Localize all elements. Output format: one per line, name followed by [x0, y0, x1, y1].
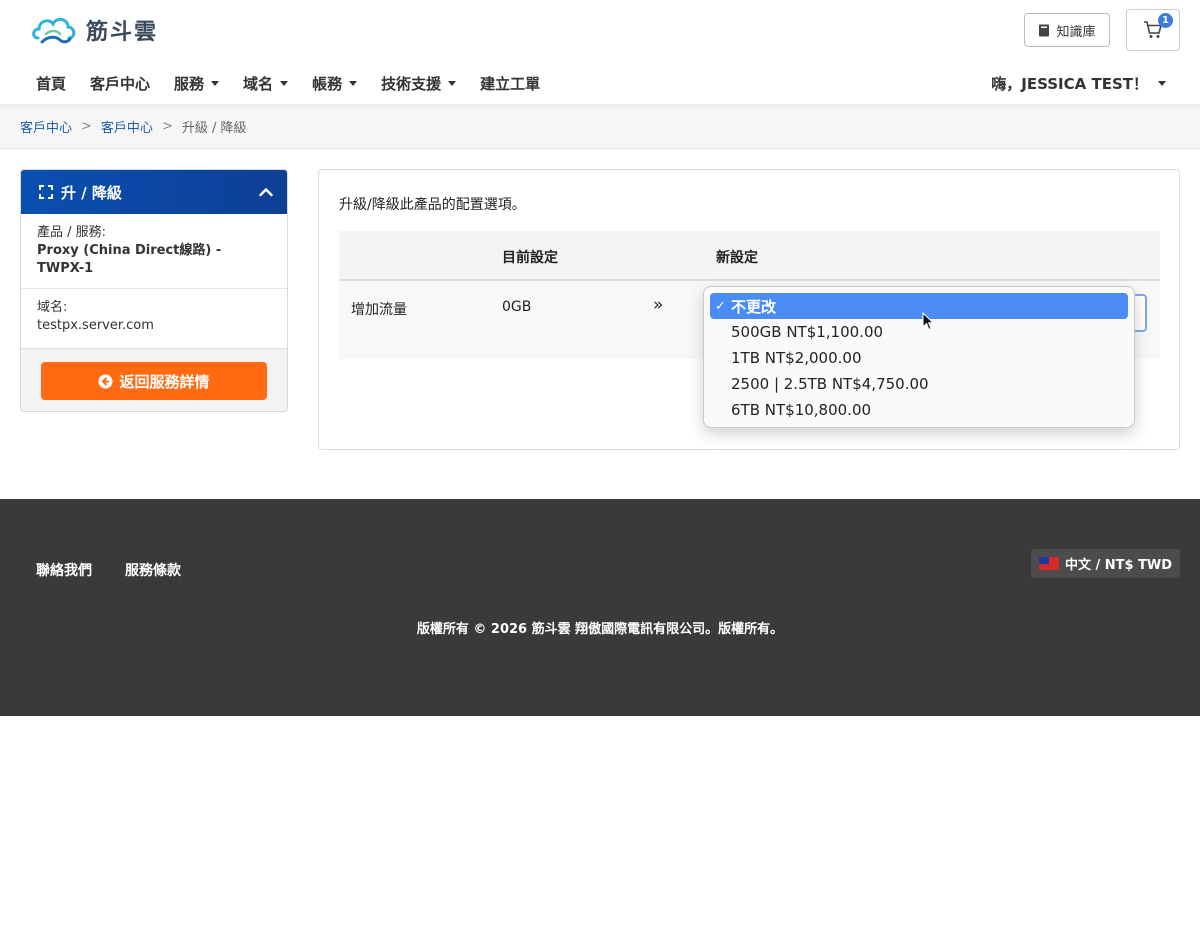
caret-down-icon — [280, 80, 289, 86]
nav-home-label: 首頁 — [36, 74, 67, 93]
column-current: 目前設定 — [502, 250, 558, 266]
options-table-header: 目前設定 新設定 — [339, 231, 1160, 281]
option-label: 2500 | 2.5TB NT$4,750.00 — [731, 375, 929, 393]
book-icon — [1039, 24, 1050, 36]
breadcrumb-separator: > — [161, 118, 173, 134]
nav-open-ticket-label: 建立工單 — [480, 74, 541, 93]
option-6tb[interactable]: 6TB NT$10,800.00 — [704, 397, 1134, 423]
sidebar-product-section: 產品 / 服務: Proxy (China Direct線路) - TWPX-1 — [21, 214, 287, 289]
cloud-logo-icon — [32, 18, 76, 44]
footer-link-terms[interactable]: 服務條款 — [125, 560, 181, 580]
chevron-up-icon[interactable] — [259, 187, 273, 197]
option-label: 1TB NT$2,000.00 — [731, 349, 862, 367]
new-setting-dropdown: ✓ 不更改 500GB NT$1,100.00 1TB NT$2,000.00 … — [703, 286, 1135, 428]
knowledgebase-button[interactable]: 知識庫 — [1024, 13, 1110, 47]
nav-services[interactable]: 服務 — [162, 70, 231, 96]
option-1tb[interactable]: 1TB NT$2,000.00 — [704, 345, 1134, 371]
breadcrumb-link-client-area-2[interactable]: 客戶中心 — [101, 117, 153, 136]
knowledgebase-label: 知識庫 — [1056, 24, 1096, 40]
nav-domains[interactable]: 域名 — [231, 70, 300, 96]
current-value: 0GB — [502, 299, 532, 315]
arrow-circle-left-icon — [98, 374, 113, 388]
taiwan-flag-icon — [1038, 557, 1059, 570]
nav-support[interactable]: 技術支援 — [369, 70, 468, 96]
user-menu[interactable]: 嗨，JESSICA TEST！ — [991, 70, 1166, 96]
back-to-service-button[interactable]: 返回服務詳情 — [41, 362, 267, 400]
checkmark-icon: ✓ — [715, 298, 726, 314]
caret-down-icon — [1158, 80, 1166, 86]
language-currency-label: 中文 / NT$ TWD — [1064, 558, 1173, 573]
column-new: 新設定 — [716, 250, 758, 266]
breadcrumb-link-client-area[interactable]: 客戶中心 — [20, 117, 72, 136]
caret-down-icon — [349, 80, 358, 86]
nav-open-ticket[interactable]: 建立工單 — [468, 70, 552, 96]
option-500gb[interactable]: 500GB NT$1,100.00 — [704, 319, 1134, 345]
brand-logo[interactable]: 筋斗雲 — [30, 12, 158, 48]
sidebar-footer: 返回服務詳情 — [21, 348, 287, 411]
option-label: 不更改 — [731, 297, 777, 316]
mouse-cursor-icon — [922, 312, 934, 331]
sidebar-header[interactable]: 升 / 降級 — [21, 170, 287, 214]
breadcrumb-separator: > — [81, 118, 92, 134]
nav-billing-label: 帳務 — [312, 74, 343, 93]
option-label: 500GB NT$1,100.00 — [731, 323, 884, 341]
expand-icon — [39, 185, 53, 199]
nav-services-label: 服務 — [174, 74, 205, 93]
main-nav: 首頁 客戶中心 服務 域名 帳務 技術支援 建立工單 — [24, 70, 552, 96]
nav-client-area-label: 客戶中心 — [90, 74, 151, 93]
cart-button[interactable]: 1 — [1126, 9, 1180, 51]
copyright-text: 版權所有 © 2026 筋斗雲 翔傲國際電訊有限公司。版權所有。 — [416, 622, 784, 637]
domain-value: testpx.server.com — [37, 318, 154, 333]
sidebar-title: 升 / 降級 — [61, 183, 122, 202]
option-2-5tb[interactable]: 2500 | 2.5TB NT$4,750.00 — [704, 371, 1134, 397]
language-currency-button[interactable]: 中文 / NT$ TWD — [1031, 549, 1180, 578]
intro-text: 升級/降級此產品的配置選項。 — [339, 197, 526, 213]
site-footer: 聯絡我們 服務條款 中文 / NT$ TWD 版權所有 © 2026 筋斗雲 翔… — [0, 499, 1200, 716]
nav-home[interactable]: 首頁 — [24, 70, 78, 96]
sidebar-panel: 升 / 降級 產品 / 服務: Proxy (China Direct線路) -… — [20, 169, 288, 412]
option-no-change[interactable]: ✓ 不更改 — [710, 293, 1128, 319]
caret-down-icon — [448, 80, 457, 86]
breadcrumb-current: 升級 / 降級 — [181, 120, 247, 136]
option-label: 6TB NT$10,800.00 — [731, 401, 872, 419]
caret-down-icon — [211, 80, 220, 86]
domain-label: 域名: — [37, 300, 68, 315]
nav-client-area[interactable]: 客戶中心 — [78, 70, 162, 96]
footer-link-contact[interactable]: 聯絡我們 — [36, 560, 92, 580]
back-to-service-label: 返回服務詳情 — [119, 372, 210, 391]
product-label: 產品 / 服務: — [37, 225, 107, 240]
nav-domains-label: 域名 — [243, 74, 274, 93]
brand-name: 筋斗雲 — [86, 20, 159, 45]
user-greeting: 嗨，JESSICA TEST！ — [991, 74, 1148, 93]
nav-billing[interactable]: 帳務 — [300, 70, 369, 96]
top-header: 筋斗雲 知識庫 1 首頁 客戶中心 服務 域名 帳務 技術支援 建立工單 嗨，J… — [0, 0, 1200, 104]
config-option-name: 增加流量 — [351, 302, 407, 318]
nav-support-label: 技術支援 — [381, 74, 442, 93]
product-value: Proxy (China Direct線路) - TWPX-1 — [37, 243, 222, 276]
cart-count-badge: 1 — [1158, 13, 1173, 28]
breadcrumb: 客戶中心 > 客戶中心 > 升級 / 降級 — [0, 104, 1200, 149]
double-chevron-right-icon: » — [653, 295, 664, 315]
sidebar-domain-section: 域名: testpx.server.com — [21, 289, 287, 345]
